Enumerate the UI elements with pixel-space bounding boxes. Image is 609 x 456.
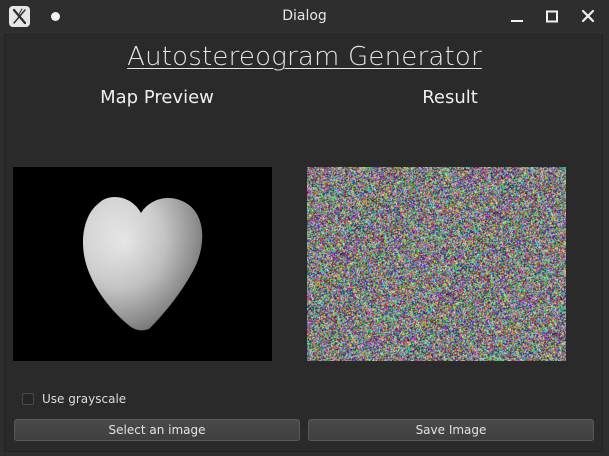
dialog-window: Dialog Autostereogram Generator Map Prev… — [0, 0, 609, 456]
heart-depth-map — [83, 197, 203, 331]
page-title: Autostereogram Generator — [127, 42, 482, 72]
grayscale-checkbox[interactable] — [22, 393, 34, 405]
title-bar[interactable]: Dialog — [0, 0, 609, 34]
save-image-button[interactable]: Save Image — [308, 419, 594, 441]
select-image-button[interactable]: Select an image — [14, 419, 300, 441]
grayscale-option[interactable]: Use grayscale — [22, 391, 126, 407]
grayscale-label[interactable]: Use grayscale — [42, 392, 126, 406]
random-dot-stereogram — [307, 167, 566, 361]
maximize-icon[interactable] — [542, 7, 562, 27]
map-preview-image — [13, 167, 272, 361]
map-preview-label: Map Preview — [100, 87, 214, 108]
close-icon[interactable] — [578, 7, 598, 27]
result-label: Result — [422, 87, 478, 108]
minimize-icon[interactable] — [507, 7, 527, 27]
result-image — [307, 167, 566, 361]
